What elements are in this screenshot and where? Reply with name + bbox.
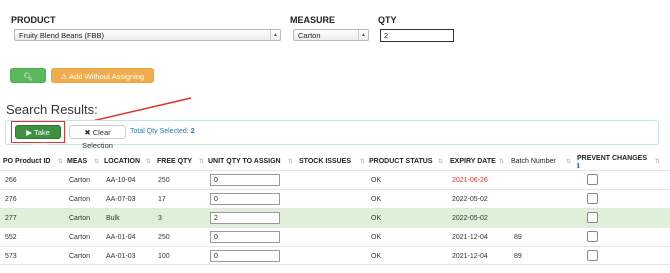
- cell-expiry-date: 2021-12-04: [452, 253, 488, 260]
- take-stock-button[interactable]: ▶ Take Stock: [15, 125, 61, 150]
- cell-batch-number: 89: [514, 234, 522, 241]
- cell-meas: Carton: [69, 215, 91, 222]
- cell-batch-number: 89: [514, 253, 522, 260]
- sort-icon[interactable]: ⇅: [566, 158, 571, 165]
- unit-qty-input[interactable]: 0: [210, 174, 280, 186]
- cell-free-qty: 3: [158, 215, 162, 222]
- header-product-status[interactable]: PRODUCT STATUS: [369, 157, 433, 166]
- header-batch-number[interactable]: Batch Number: [511, 157, 556, 166]
- sort-icon[interactable]: ⇅: [94, 158, 99, 165]
- cell-free-qty: 250: [158, 234, 170, 241]
- cell-expiry-date: 2022-05-02: [452, 215, 488, 222]
- clear-selection-button[interactable]: ✖ Clear Selection: [69, 125, 126, 150]
- cell-location: Bulk: [106, 215, 120, 222]
- total-qty-selected: Total Qty Selected: 2: [130, 128, 195, 135]
- unit-qty-input[interactable]: 0: [210, 231, 280, 243]
- header-stock-issues[interactable]: STOCK ISSUES: [299, 157, 351, 166]
- cell-meas: Carton: [69, 196, 91, 203]
- cell-product-status: OK: [371, 177, 382, 184]
- sort-icon[interactable]: ⇅: [288, 158, 293, 165]
- table-row[interactable]: 552 Carton AA-01-04 250 0 OK 2021-12-04 …: [0, 227, 670, 246]
- cell-product-status: OK: [371, 234, 382, 241]
- cell-product-status: OK: [371, 196, 382, 203]
- cell-meas: Carton: [69, 253, 91, 260]
- prevent-changes-checkbox[interactable]: [587, 193, 598, 204]
- cell-meas: Carton: [69, 177, 91, 184]
- cell-location: AA-01-03: [106, 253, 136, 260]
- cell-po-product-id: 266: [5, 177, 17, 184]
- cell-expiry-date: 2021-06-26: [452, 177, 488, 184]
- cell-location: AA-01-04: [106, 234, 136, 241]
- prevent-changes-checkbox[interactable]: [587, 250, 598, 261]
- header-expiry-date[interactable]: EXPIRY DATE: [450, 157, 496, 166]
- total-qty-label: Total Qty Selected:: [130, 128, 189, 135]
- sort-icon[interactable]: ⇅: [199, 158, 204, 165]
- sort-icon[interactable]: ⇅: [438, 158, 443, 165]
- sort-icon[interactable]: ⇅: [655, 158, 660, 165]
- table-row[interactable]: 276 Carton AA-07-03 17 0 OK 2022-05-02: [0, 189, 670, 208]
- header-prevent-changes[interactable]: PREVENT CHANGES: [577, 154, 647, 163]
- sort-icon[interactable]: ⇅: [146, 158, 151, 165]
- prevent-changes-checkbox[interactable]: [587, 174, 598, 185]
- cell-product-status: OK: [371, 215, 382, 222]
- header-unit-qty-to-assign[interactable]: UNIT QTY TO ASSIGN: [208, 157, 281, 166]
- cell-location: AA-10-04: [106, 177, 136, 184]
- cell-po-product-id: 276: [5, 196, 17, 203]
- sort-icon[interactable]: ⇅: [360, 158, 365, 165]
- header-po-product-id[interactable]: PO Product ID: [3, 157, 50, 166]
- cell-expiry-date: 2021-12-04: [452, 234, 488, 241]
- total-qty-value: 2: [190, 128, 195, 135]
- unit-qty-input[interactable]: 0: [210, 250, 280, 262]
- unit-qty-input[interactable]: 2: [210, 212, 280, 224]
- cell-meas: Carton: [69, 234, 91, 241]
- cell-po-product-id: 573: [5, 253, 17, 260]
- unit-qty-input[interactable]: 0: [210, 193, 280, 205]
- cell-free-qty: 250: [158, 177, 170, 184]
- header-meas[interactable]: MEAS: [67, 157, 87, 166]
- info-icon[interactable]: ℹ: [577, 162, 580, 170]
- cell-free-qty: 100: [158, 253, 170, 260]
- prevent-changes-checkbox[interactable]: [587, 212, 598, 223]
- sort-icon[interactable]: ⇅: [499, 158, 504, 165]
- header-free-qty[interactable]: FREE QTY: [157, 157, 192, 166]
- table-row[interactable]: 266 Carton AA-10-04 250 0 OK 2021-06-26: [0, 170, 670, 189]
- sort-icon[interactable]: ⇅: [58, 158, 63, 165]
- cell-location: AA-07-03: [106, 196, 136, 203]
- cell-free-qty: 17: [158, 196, 166, 203]
- table-row[interactable]: 573 Carton AA-01-03 100 0 OK 2021-12-04 …: [0, 246, 670, 265]
- table-row[interactable]: 277 Carton Bulk 3 2 OK 2022-05-02: [0, 208, 670, 227]
- cell-po-product-id: 277: [5, 215, 17, 222]
- prevent-changes-checkbox[interactable]: [587, 231, 598, 242]
- cell-product-status: OK: [371, 253, 382, 260]
- header-location[interactable]: LOCATION: [104, 157, 140, 166]
- play-icon: ▶: [26, 128, 32, 137]
- cell-po-product-id: 552: [5, 234, 17, 241]
- close-icon: ✖: [84, 128, 91, 137]
- cell-expiry-date: 2022-05-02: [452, 196, 488, 203]
